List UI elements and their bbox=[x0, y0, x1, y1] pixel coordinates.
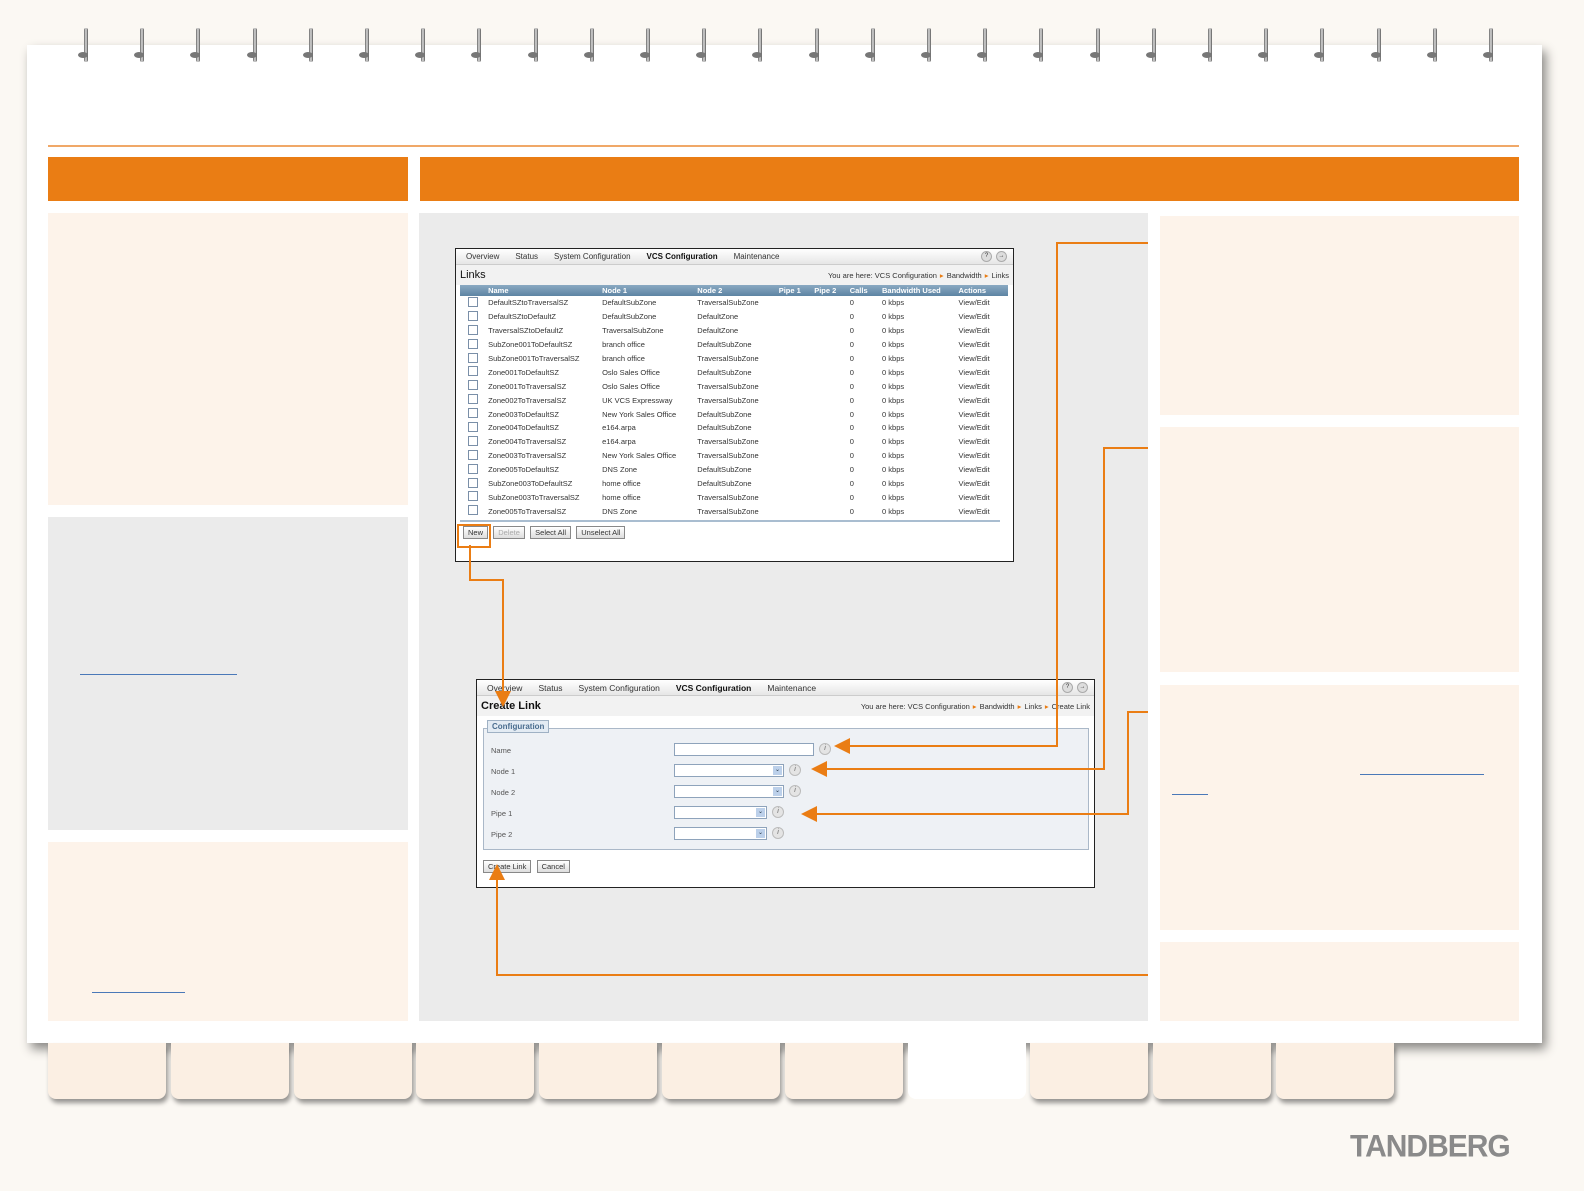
arrow-node bbox=[811, 447, 1148, 777]
tandberg-logo: TANDBERG bbox=[1350, 1129, 1511, 1164]
chapter-tab[interactable] bbox=[293, 1043, 412, 1099]
arrow-pipe bbox=[801, 711, 1148, 822]
arrow-new bbox=[469, 545, 511, 707]
chapter-tab[interactable] bbox=[48, 1043, 166, 1099]
arrow-create bbox=[489, 864, 1148, 976]
chapter-tab[interactable] bbox=[416, 1043, 535, 1099]
chapter-tab[interactable] bbox=[1276, 1043, 1394, 1099]
chapter-tab[interactable] bbox=[784, 1043, 903, 1099]
chapter-tab[interactable] bbox=[1030, 1043, 1149, 1099]
chapter-tab[interactable] bbox=[662, 1043, 780, 1099]
arrow-name bbox=[834, 242, 1148, 754]
chapter-tab[interactable] bbox=[1153, 1043, 1272, 1099]
chapter-tab[interactable] bbox=[907, 1043, 1026, 1099]
callout-arrows bbox=[469, 242, 1148, 976]
chapter-tab[interactable] bbox=[170, 1043, 289, 1099]
chapter-tab[interactable] bbox=[539, 1043, 658, 1099]
